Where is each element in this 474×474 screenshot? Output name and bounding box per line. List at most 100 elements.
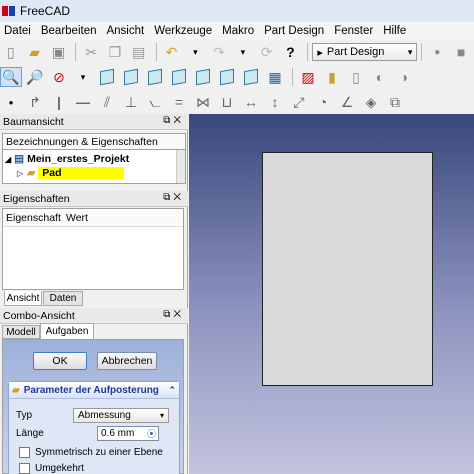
cancel-button[interactable]: Abbrechen: [97, 352, 157, 370]
snell-constraint-icon[interactable]: ◈: [360, 92, 382, 112]
whats-this-icon[interactable]: ?: [280, 42, 302, 62]
props-table-header: Eigenschaft Wert: [3, 209, 183, 227]
bottom-view-icon[interactable]: [216, 67, 238, 87]
cut-icon[interactable]: ✂: [80, 42, 102, 62]
vertical-constraint-icon[interactable]: |: [48, 92, 70, 112]
document-icon: ▤: [14, 153, 25, 165]
open-file-icon[interactable]: ▰: [24, 42, 46, 62]
panel-buttons[interactable]: ⧉✕: [163, 309, 184, 320]
unit-expression-icon[interactable]: ⦿: [147, 427, 156, 440]
save-icon[interactable]: ▣: [48, 42, 70, 62]
tree-item-project[interactable]: ◢ ▤ Mein_erstes_Projekt: [5, 152, 129, 166]
reversed-checkbox[interactable]: [19, 463, 30, 474]
props-column-property: Eigenschaft: [6, 211, 61, 224]
lock-constraint-icon[interactable]: ⊔: [216, 92, 238, 112]
menu-werkzeuge[interactable]: Werkzeuge: [154, 25, 212, 37]
length-input[interactable]: 0.6 mm ⦿: [97, 425, 159, 441]
menu-bar: Datei Bearbeiten Ansicht Werkzeuge Makro…: [0, 22, 474, 40]
task-panel: OK Abbrechen ▰ Parameter der Aufposterun…: [2, 339, 184, 474]
menu-part-design[interactable]: Part Design: [264, 25, 324, 37]
sketch-icon[interactable]: ▨: [297, 67, 319, 87]
panel-buttons[interactable]: ⧉✕: [163, 192, 184, 203]
draw-style-icon[interactable]: ⊘: [48, 67, 70, 87]
vertical-distance-icon[interactable]: ↕: [264, 92, 286, 112]
refresh-icon[interactable]: ⟳: [256, 42, 278, 62]
symmetric-row[interactable]: Symmetrisch zu einer Ebene: [19, 446, 163, 459]
pad-icon[interactable]: ▮: [321, 67, 343, 87]
top-view-icon[interactable]: [144, 67, 166, 87]
pocket-icon[interactable]: ▯: [345, 67, 367, 87]
isometric-view-icon[interactable]: [96, 67, 118, 87]
draw-style-dropdown-icon[interactable]: ▾: [72, 67, 94, 87]
collapse-icon[interactable]: ⌃: [168, 385, 176, 396]
parallel-constraint-icon[interactable]: ⫽: [96, 92, 118, 112]
workbench-icon: ▸: [317, 46, 323, 59]
new-file-icon[interactable]: ▯: [0, 42, 22, 62]
angle-constraint-icon[interactable]: ∠: [336, 92, 358, 112]
distance-icon[interactable]: ⤢: [288, 92, 310, 112]
paste-icon[interactable]: ▤: [128, 42, 150, 62]
pad-feature-icon: ▰: [27, 167, 36, 179]
combo-panel-header: Combo-Ansicht ⧉✕: [0, 308, 188, 324]
rear-view-icon[interactable]: [192, 67, 214, 87]
revolution-icon[interactable]: ◐: [369, 67, 391, 87]
point-icon[interactable]: ●: [0, 92, 22, 112]
menu-datei[interactable]: Datei: [4, 25, 31, 37]
tab-modell[interactable]: Modell: [2, 325, 40, 339]
front-view-icon[interactable]: [120, 67, 142, 87]
toolbar-separator: [307, 43, 309, 61]
redo-icon[interactable]: ↷: [208, 42, 230, 62]
fit-all-icon[interactable]: 🔍: [0, 67, 22, 87]
horizontal-constraint-icon[interactable]: —: [72, 92, 94, 112]
pad-sheet[interactable]: [262, 152, 433, 386]
internal-alignment-icon[interactable]: ⧉: [384, 92, 406, 112]
radius-constraint-icon[interactable]: ◔: [312, 92, 334, 112]
collapse-arrow-icon[interactable]: ◢: [5, 155, 11, 164]
tab-daten[interactable]: Daten: [43, 291, 83, 306]
props-column-value: Wert: [66, 211, 88, 224]
tab-label: Ansicht: [6, 292, 40, 304]
tree-item-pad[interactable]: ▷ ▰ Pad: [17, 166, 124, 180]
groove-icon[interactable]: ◑: [393, 67, 415, 87]
menu-fenster[interactable]: Fenster: [334, 25, 373, 37]
tree-view: ◢ ▤ Mein_erstes_Projekt ▷ ▰ Pad: [2, 150, 186, 184]
parameter-title: Parameter der Aufposterung: [23, 384, 159, 396]
tangent-constraint-icon[interactable]: ⦦: [144, 92, 166, 112]
macro-record-icon[interactable]: ●: [426, 42, 448, 62]
ok-button[interactable]: OK: [33, 352, 87, 370]
left-view-icon[interactable]: [240, 67, 262, 87]
tree-scrollbar[interactable]: [176, 150, 185, 183]
measure-icon[interactable]: ▦: [264, 67, 286, 87]
view-toolbar: 🔍 🔎 ⊘ ▾ ▦ ▨ ▮ ▯ ◐ ◑: [0, 64, 474, 90]
equal-constraint-icon[interactable]: =: [168, 92, 190, 112]
horizontal-distance-icon[interactable]: ↔: [240, 92, 262, 112]
symmetric-checkbox[interactable]: [19, 447, 30, 458]
undo-dropdown-icon[interactable]: ▾: [184, 42, 206, 62]
menu-bearbeiten[interactable]: Bearbeiten: [41, 25, 97, 37]
tree-item-label: Pad: [38, 167, 124, 179]
menu-hilfe[interactable]: Hilfe: [383, 25, 406, 37]
copy-icon[interactable]: ❐: [104, 42, 126, 62]
tab-aufgaben[interactable]: Aufgaben: [40, 323, 94, 339]
right-view-icon[interactable]: [168, 67, 190, 87]
panel-buttons[interactable]: ⧉✕: [163, 115, 184, 126]
toolbar-separator: [421, 43, 423, 61]
reversed-row[interactable]: Umgekehrt: [19, 462, 84, 474]
tab-ansicht[interactable]: Ansicht: [4, 291, 42, 306]
workbench-label: Part Design: [326, 46, 385, 58]
expand-arrow-icon[interactable]: ▷: [17, 169, 23, 178]
perpendicular-constraint-icon[interactable]: ⊥: [120, 92, 142, 112]
menu-ansicht[interactable]: Ansicht: [106, 25, 144, 37]
undo-icon[interactable]: ↶: [161, 42, 183, 62]
arc-icon[interactable]: ↱: [24, 92, 46, 112]
macro-stop-icon[interactable]: ■: [450, 42, 472, 62]
length-label: Länge: [16, 427, 44, 439]
symmetric-constraint-icon[interactable]: ⋈: [192, 92, 214, 112]
fit-selection-icon[interactable]: 🔎: [24, 67, 46, 87]
parameter-header[interactable]: ▰ Parameter der Aufposterung ⌃: [9, 382, 179, 399]
menu-makro[interactable]: Makro: [222, 25, 254, 37]
redo-dropdown-icon[interactable]: ▾: [232, 42, 254, 62]
symmetric-label: Symmetrisch zu einer Ebene: [35, 447, 163, 458]
workbench-selector[interactable]: ▸ Part Design ▾: [312, 43, 418, 61]
type-select[interactable]: Abmessung ▾: [73, 407, 169, 423]
